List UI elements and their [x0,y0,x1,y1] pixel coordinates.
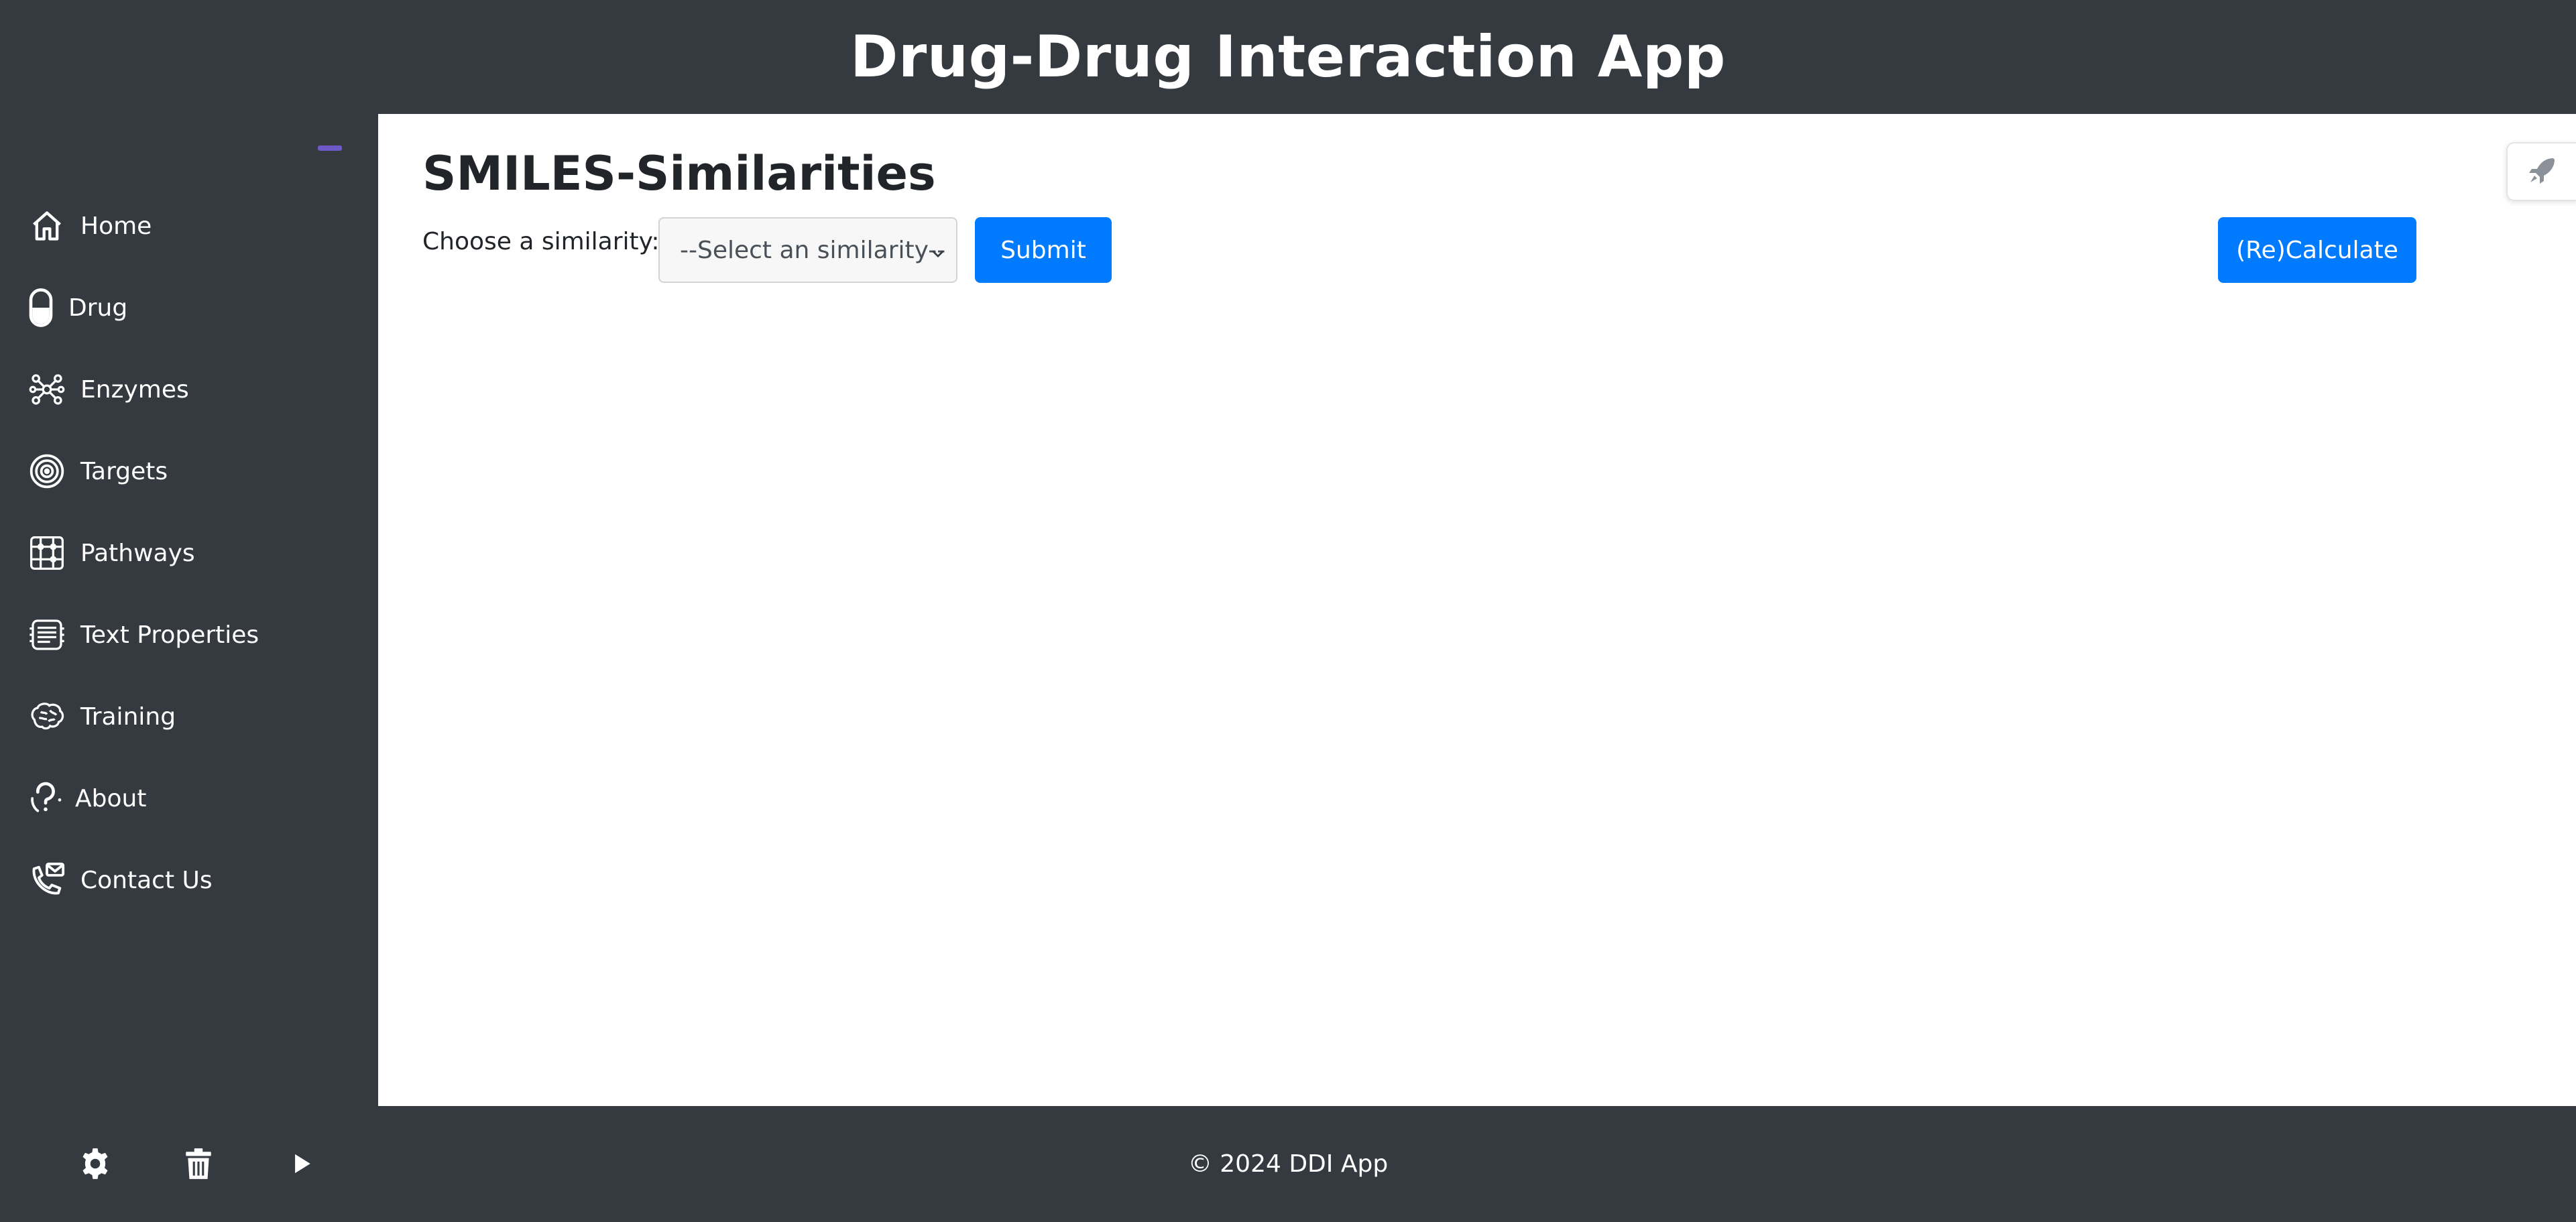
app-header: Drug-Drug Interaction App [0,0,2576,114]
sidebar-item-label: Contact Us [80,866,213,894]
sidebar-item-home[interactable]: Home [27,189,152,263]
sidebar-item-label: Home [80,212,152,240]
sidebar-item-contact-us[interactable]: Contact Us [27,843,213,917]
similarity-select[interactable]: --Select an similarity-- [658,217,957,283]
sidebar-item-training[interactable]: Training [27,680,176,753]
app-title: Drug-Drug Interaction App [850,23,1726,90]
rocket-icon [2526,154,2559,189]
enzyme-icon [27,369,67,410]
submit-button[interactable]: Submit [975,217,1112,283]
settings-button[interactable] [75,1145,115,1185]
sidebar-collapse-handle[interactable] [318,145,342,151]
gear-icon [78,1147,112,1183]
main-content: SMILES-Similarities Choose a similarity:… [378,114,2576,1106]
recalculate-button[interactable]: (Re)Calculate [2218,217,2416,283]
sidebar-item-enzymes[interactable]: Enzymes [27,353,189,426]
play-icon [290,1152,313,1178]
sidebar-item-text-properties[interactable]: Text Properties [27,598,259,672]
deploy-button[interactable] [2506,142,2576,201]
pathway-icon [27,533,67,573]
sidebar-item-label: Pathways [80,539,195,567]
pill-icon [27,288,55,328]
footer: © 2024 DDI App [0,1106,2576,1222]
sidebar-item-label: About [75,784,147,812]
sidebar-item-label: Targets [80,457,168,485]
chevron-down-icon [929,241,947,269]
question-icon [27,778,64,818]
sidebar-item-label: Enzymes [80,375,189,404]
phone-mail-icon [27,860,67,900]
sidebar: Home Drug Enzymes Targets Pathways Text … [0,114,378,1106]
sidebar-item-drug[interactable]: Drug [27,271,127,345]
home-icon [27,206,67,246]
sidebar-item-label: Training [80,702,176,731]
page-title: SMILES-Similarities [422,146,936,201]
clear-button[interactable] [178,1145,219,1185]
trash-icon [182,1147,215,1183]
text-properties-icon [27,615,67,655]
similarity-select-value: --Select an similarity-- [680,236,946,264]
footer-text: © 2024 DDI App [1187,1150,1389,1178]
sidebar-item-label: Text Properties [80,621,259,649]
similarity-label: Choose a similarity: [422,228,660,255]
brain-icon [27,696,67,737]
sidebar-item-targets[interactable]: Targets [27,434,168,508]
target-icon [27,451,67,491]
sidebar-item-about[interactable]: About [27,761,146,835]
run-button[interactable] [282,1145,322,1185]
sidebar-item-pathways[interactable]: Pathways [27,516,195,590]
sidebar-item-label: Drug [68,294,128,322]
